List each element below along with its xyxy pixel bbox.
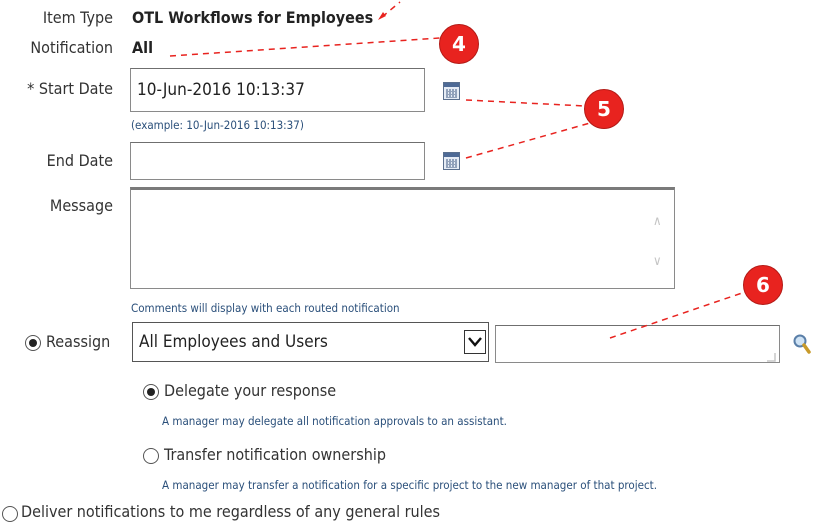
reassign-search-input[interactable]	[495, 325, 780, 363]
transfer-label: Transfer notification ownership	[164, 445, 386, 464]
reassign-radio[interactable]	[25, 335, 41, 351]
notification-label: Notification	[30, 38, 113, 57]
delegate-radio[interactable]	[143, 384, 159, 400]
delegate-label: Delegate your response	[164, 381, 337, 400]
item-type-value: OTL Workflows for Employees	[132, 8, 374, 27]
start-date-input[interactable]: 10-Jun-2016 10:13:37	[130, 68, 425, 112]
chevron-down-icon[interactable]: ∨	[653, 254, 662, 269]
reassign-label: Reassign	[46, 332, 111, 351]
reassign-select-value: All Employees and Users	[139, 332, 328, 352]
start-date-value: 10-Jun-2016 10:13:37	[137, 80, 305, 100]
chevron-down-icon[interactable]	[464, 330, 486, 354]
item-type-label: Item Type	[42, 8, 113, 27]
start-date-hint: (example: 10-Jun-2016 10:13:37)	[131, 118, 304, 132]
annotation-badge-6: 6	[743, 265, 783, 305]
message-label: Message	[49, 196, 113, 215]
notification-value: All	[132, 38, 153, 57]
calendar-icon[interactable]	[443, 82, 460, 100]
start-date-label: * Start Date	[27, 79, 113, 98]
annotation-badge-4: 4	[439, 24, 479, 64]
search-icon[interactable]	[792, 333, 812, 355]
resize-handle-icon	[767, 353, 776, 362]
reassign-select[interactable]: All Employees and Users	[132, 322, 489, 362]
annotation-badge-5: 5	[584, 89, 624, 129]
deliver-label: Deliver notifications to me regardless o…	[21, 502, 441, 521]
delegate-hint: A manager may delegate all notification …	[162, 414, 507, 428]
deliver-radio[interactable]	[2, 506, 18, 522]
transfer-hint: A manager may transfer a notification fo…	[162, 478, 657, 492]
message-textarea[interactable]: ∧ ∨	[130, 187, 675, 289]
chevron-up-icon[interactable]: ∧	[653, 214, 662, 229]
end-date-input[interactable]	[130, 142, 425, 180]
transfer-radio[interactable]	[143, 448, 159, 464]
message-hint: Comments will display with each routed n…	[131, 301, 400, 315]
end-date-label: End Date	[46, 151, 113, 170]
message-value	[131, 190, 674, 198]
calendar-icon[interactable]	[443, 152, 460, 170]
